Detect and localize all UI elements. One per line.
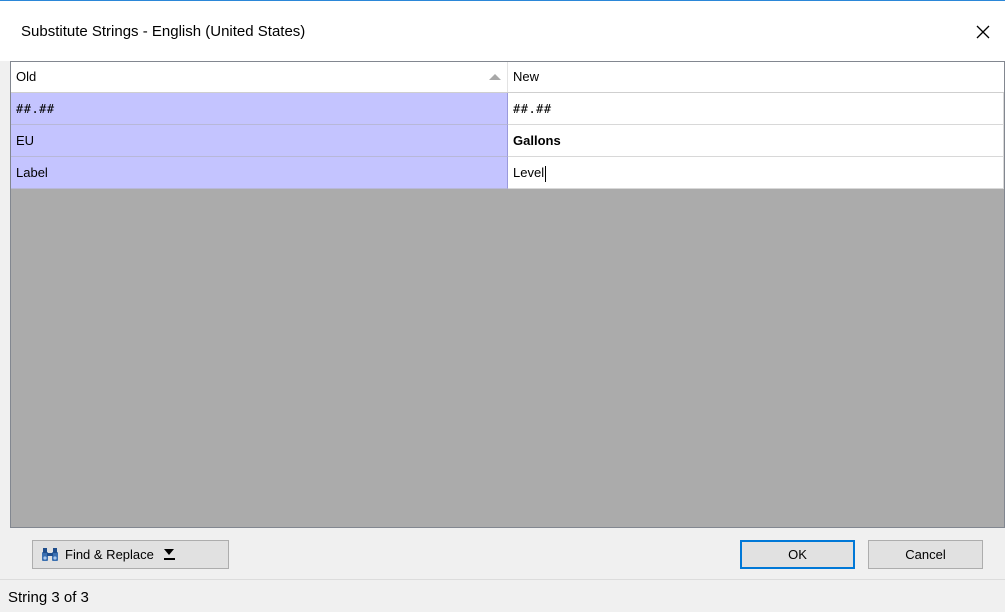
ok-button[interactable]: OK — [740, 540, 855, 569]
old-cell[interactable]: Label — [11, 157, 508, 189]
old-cell[interactable]: EU — [11, 125, 508, 157]
table-row[interactable]: Label Level — [11, 157, 1004, 189]
status-bar: String 3 of 3 — [0, 579, 1005, 612]
table-row[interactable]: EU Gallons — [11, 125, 1004, 157]
close-button[interactable] — [969, 18, 997, 46]
find-replace-label: Find & Replace — [65, 547, 154, 562]
grid-header: Old New — [11, 62, 1004, 93]
strings-grid[interactable]: Old New ##.## ##.## EU Gallons Label Lev… — [10, 61, 1005, 528]
new-cell[interactable]: Gallons — [508, 125, 1004, 157]
new-cell-editing[interactable]: Level — [508, 157, 1004, 189]
binoculars-icon — [42, 547, 58, 561]
text-caret — [545, 165, 547, 182]
table-row[interactable]: ##.## ##.## — [11, 93, 1004, 125]
column-header-old-label: Old — [16, 69, 37, 84]
window-title: Substitute Strings - English (United Sta… — [21, 23, 306, 40]
old-cell[interactable]: ##.## — [11, 93, 508, 125]
sort-ascending-icon — [489, 74, 501, 80]
new-cell[interactable]: ##.## — [508, 93, 1004, 125]
close-icon — [976, 25, 990, 39]
title-bar: Substitute Strings - English (United Sta… — [0, 1, 1005, 61]
column-header-new[interactable]: New — [508, 62, 1004, 92]
new-cell-edit-text[interactable]: Level — [513, 165, 544, 180]
column-header-new-label: New — [513, 69, 540, 84]
column-header-old[interactable]: Old — [11, 62, 508, 92]
substitute-strings-dialog: Substitute Strings - English (United Sta… — [0, 0, 1005, 612]
status-text: String 3 of 3 — [8, 589, 89, 606]
find-replace-button[interactable]: Find & Replace — [32, 540, 229, 569]
cancel-button[interactable]: Cancel — [868, 540, 983, 569]
dropdown-arrow-icon — [163, 548, 175, 560]
